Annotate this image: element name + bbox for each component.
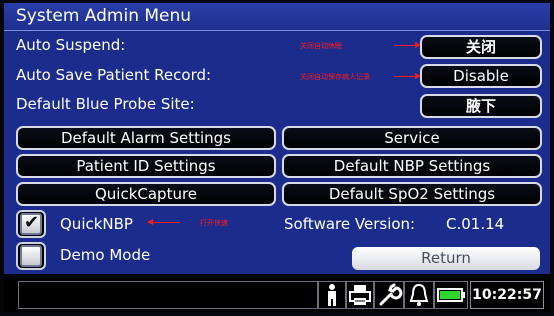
annotation-arrow — [147, 219, 180, 225]
quicknbp-checkbox-frame[interactable]: ✔ — [16, 210, 46, 238]
status-bar: 10:22:57 — [4, 278, 550, 312]
software-version-label: Software Version: — [284, 215, 416, 233]
monitor-screen: System Admin Menu Auto Suspend: 关闭自动休眠 关… — [0, 0, 554, 316]
patient-id-settings-button[interactable]: Patient ID Settings — [16, 154, 276, 178]
checkmark-icon: ✔ — [24, 212, 40, 233]
battery-icon — [434, 281, 468, 309]
auto-save-annotation: 关闭自动保存病人记录 — [300, 73, 370, 81]
auto-suspend-label: Auto Suspend: — [16, 36, 126, 54]
auto-suspend-annotation: 关闭自动休眠 — [300, 42, 342, 50]
default-spo2-settings-button[interactable]: Default SpO2 Settings — [282, 182, 542, 206]
default-nbp-settings-button[interactable]: Default NBP Settings — [282, 154, 542, 178]
annotation-arrow — [394, 73, 421, 79]
person-icon[interactable] — [318, 281, 346, 309]
demo-mode-checkbox[interactable] — [20, 245, 42, 267]
printer-icon[interactable] — [346, 281, 374, 309]
return-button[interactable]: Return — [352, 247, 540, 270]
software-version-value: C.01.14 — [446, 215, 505, 233]
clock: 10:22:57 — [470, 281, 544, 309]
demo-mode-label: Demo Mode — [60, 246, 151, 264]
bell-icon[interactable] — [404, 281, 434, 309]
default-alarm-settings-button[interactable]: Default Alarm Settings — [16, 126, 276, 150]
status-message-area — [18, 281, 318, 309]
auto-save-label: Auto Save Patient Record: — [16, 66, 212, 84]
quickcapture-button[interactable]: QuickCapture — [16, 182, 276, 206]
title-bar: System Admin Menu — [4, 3, 550, 31]
service-button[interactable]: Service — [282, 126, 542, 150]
probe-site-label: Default Blue Probe Site: — [16, 95, 195, 113]
window-title: System Admin Menu — [16, 6, 192, 26]
demo-mode-checkbox-frame[interactable] — [16, 242, 46, 270]
quicknbp-label: QuickNBP — [60, 215, 133, 233]
auto-save-select[interactable]: Disable — [420, 64, 542, 88]
quicknbp-annotation: 打开快速 — [200, 219, 228, 227]
quicknbp-checkbox[interactable]: ✔ — [20, 212, 42, 235]
auto-suspend-select[interactable]: 关闭 — [420, 35, 542, 59]
annotation-arrow — [394, 42, 421, 48]
wrench-icon[interactable] — [374, 281, 404, 309]
settings-panel: Auto Suspend: 关闭自动休眠 关闭 Auto Save Patien… — [4, 31, 550, 274]
probe-site-select[interactable]: 腋下 — [420, 94, 542, 118]
